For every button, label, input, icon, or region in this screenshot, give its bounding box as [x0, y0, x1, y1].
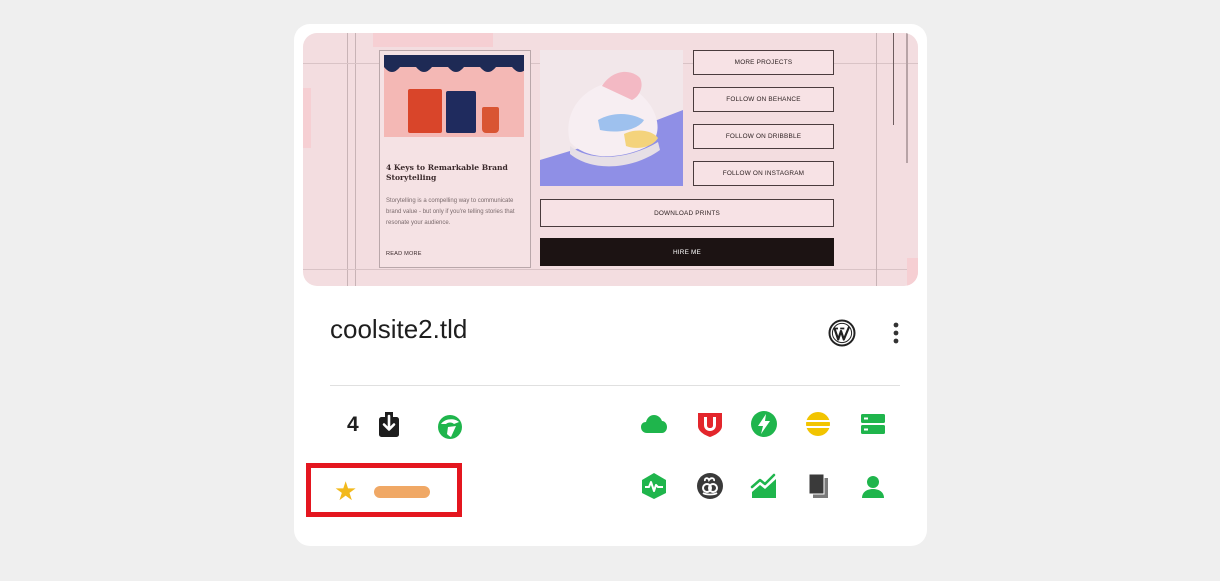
- more-vert-icon[interactable]: [886, 320, 906, 346]
- site-preview-thumbnail[interactable]: 4 Keys to Remarkable Brand Storytelling …: [303, 33, 918, 286]
- article-title: 4 Keys to Remarkable Brand Storytelling: [386, 163, 508, 182]
- server-icon[interactable]: [859, 410, 887, 438]
- rating-indicator[interactable]: [374, 486, 430, 498]
- bolt-icon[interactable]: [750, 410, 778, 438]
- backups-count: 4: [347, 413, 359, 436]
- documents-icon[interactable]: [804, 472, 832, 500]
- wave-banner: [384, 55, 524, 72]
- preview-deco-line: [347, 33, 348, 286]
- preview-deco-block: [303, 88, 311, 148]
- shoe-product-image: [540, 50, 683, 186]
- follow-dribbble-button: FOLLOW ON DRIBBBLE: [693, 124, 834, 149]
- wordpress-icon: [828, 319, 856, 347]
- preview-deco-line: [303, 269, 918, 270]
- product-bag-navy: [446, 91, 476, 133]
- read-more-link: READ MORE: [386, 251, 422, 257]
- preview-deco-block: [373, 33, 493, 47]
- product-bag-orange: [408, 89, 442, 133]
- hire-me-button: HIRE ME: [540, 238, 834, 266]
- database-icon[interactable]: [804, 410, 832, 438]
- site-domain-title[interactable]: coolsite2.tld: [330, 314, 467, 345]
- shield-badge-icon[interactable]: [696, 410, 724, 438]
- preview-deco-line: [906, 33, 908, 163]
- follow-instagram-button: FOLLOW ON INSTAGRAM: [693, 161, 834, 186]
- green-globe-icon[interactable]: [436, 413, 464, 441]
- user-icon[interactable]: [859, 472, 887, 500]
- cloud-icon[interactable]: [640, 410, 668, 438]
- product-cup: [482, 107, 499, 133]
- star-icon[interactable]: ★: [334, 476, 357, 506]
- hexagon-monitor-icon[interactable]: [640, 472, 668, 500]
- preview-deco-block: [907, 258, 918, 286]
- preview-deco-line: [355, 33, 356, 286]
- download-box-icon[interactable]: [375, 411, 403, 439]
- trend-chart-icon[interactable]: [750, 472, 778, 500]
- sneaker-illustration: [540, 71, 683, 186]
- link-bubble-icon[interactable]: [696, 472, 724, 500]
- preview-article-card: 4 Keys to Remarkable Brand Storytelling …: [379, 50, 531, 268]
- more-projects-button: MORE PROJECTS: [693, 50, 834, 75]
- article-excerpt: Storytelling is a compelling way to comm…: [386, 198, 515, 226]
- preview-deco-line: [876, 33, 877, 286]
- article-product-image: [384, 55, 524, 137]
- card-divider: [330, 385, 900, 386]
- follow-behance-button: FOLLOW ON BEHANCE: [693, 87, 834, 112]
- download-prints-button: DOWNLOAD PRINTS: [540, 199, 834, 227]
- preview-deco-line: [893, 33, 894, 125]
